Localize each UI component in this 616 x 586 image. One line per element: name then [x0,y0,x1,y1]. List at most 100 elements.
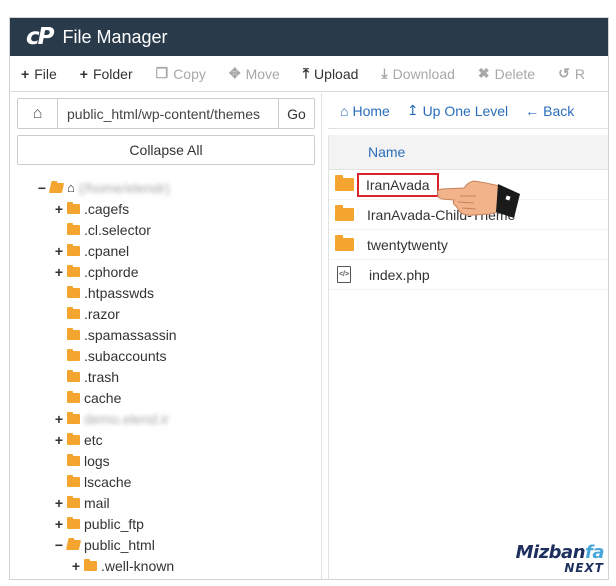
expand-icon[interactable]: + [53,265,65,279]
expand-icon[interactable]: + [53,244,65,258]
main-toolbar: + File + Folder ❐ Copy ✥ Move ⤒ Upload ⤓ Download ✖ D… [10,56,608,92]
tree-item[interactable]: .htpasswds [10,282,322,303]
expand-icon[interactable]: + [70,559,82,573]
folder-icon [67,411,80,424]
nav-back-button[interactable]: ← Back [525,103,574,119]
collapse-icon[interactable]: − [36,181,48,195]
toolbar-button-label: Delete [494,65,536,82]
file-name: twentytwenty [367,236,448,253]
collapse-icon[interactable]: − [53,538,65,552]
folder-icon [67,222,80,235]
pointing-hand-icon [437,180,520,218]
tree-item[interactable]: + .cpanel [10,240,322,261]
folder-open-icon [48,182,65,193]
tree-item-label: .htpasswds [84,284,155,301]
tree-item[interactable]: .trash [10,366,322,387]
left-panel: ⌂ Go Collapse All −⌂(/home/elendr)+.cage… [10,93,322,579]
home-icon: ⌂ [67,180,75,195]
nav-up-one-level-button[interactable]: ↥ Up One Level [407,102,508,119]
tree-item[interactable]: + .cagefs [10,198,322,219]
plus-icon: + [21,65,30,82]
tree-item[interactable]: lscache [10,471,322,492]
toolbar-copy-button[interactable]: ❐ Copy [156,65,206,82]
right-panel: ⌂ Home ↥ Up One Level ← Back Name IranAvada Ir… [328,93,608,579]
folder-icon [67,453,80,466]
tree-item-label: .razor [84,305,120,322]
tree-item[interactable]: + demo.elend.ir [10,408,322,429]
toolbar-button-label: Download [392,65,455,82]
tree-item-label: lscache [84,473,132,490]
tree-item-label: .cagefs [84,200,130,217]
tree-item-label: mail [84,494,110,511]
tree-item[interactable]: + etc [10,429,322,450]
tree-item-label: .subaccounts [84,347,167,364]
tree-item-label: demo.elend.ir [84,410,169,427]
tree-item[interactable]: + .well-known [10,555,322,576]
tree-item[interactable]: logs [10,450,322,471]
tree-item[interactable]: .spamassassin [10,324,322,345]
watermark-brand: Mizban [515,542,586,563]
mizbanfa-watermark: Mizbanfa NEXT [515,542,605,575]
folder-icon [335,235,354,251]
restore-icon: ↺ [558,65,570,81]
tree-item[interactable]: .subaccounts [10,345,322,366]
toolbar-download-button[interactable]: ⤓ Download [381,65,454,82]
file-manager-window: cP File Manager + File + Folder ❐ Copy ✥ Move ⤒ U… [9,17,609,580]
expand-icon[interactable]: + [53,496,65,510]
folder-icon [67,306,80,319]
toolbar-r-button[interactable]: ↺ R [558,65,585,82]
tree-item[interactable]: + .cphorde [10,261,322,282]
column-header-name[interactable]: Name [329,135,608,170]
expand-icon[interactable]: + [53,433,65,447]
move-icon: ✥ [228,65,241,81]
navigation-toolbar: ⌂ Home ↥ Up One Level ← Back [328,93,608,129]
tree-item-label: .cpanel [84,242,130,259]
toolbar-button-label: Move [245,65,280,82]
collapse-all-button[interactable]: Collapse All [17,135,315,165]
tree-item[interactable]: .razor [10,303,322,324]
folder-icon [335,205,354,221]
column-name-label: Name [368,144,406,160]
expand-icon[interactable]: + [53,517,65,531]
tree-item[interactable]: cache [10,387,322,408]
toolbar-button-label: Copy [173,65,206,82]
folder-open-icon [65,539,82,550]
toolbar-folder-button[interactable]: + Folder [80,66,133,82]
folder-icon [67,390,80,403]
folder-icon [67,516,80,529]
tree-item-label: .trash [84,368,120,385]
toolbar-file-button[interactable]: + File [21,66,57,82]
path-home-button[interactable]: ⌂ [18,99,58,128]
expand-icon[interactable]: + [53,202,65,216]
up-level-icon: ↥ [406,102,419,118]
nav-button-label: Home [352,102,390,119]
tree-item-label: etc [84,431,103,448]
toolbar-button-label: Upload [314,65,359,82]
toolbar-upload-button[interactable]: ⤒ Upload [303,65,359,82]
file-row[interactable]: </> index.php [329,260,608,290]
tree-item[interactable]: .cl.selector [10,219,322,240]
folder-icon [67,432,80,445]
tree-item[interactable]: − public_html [10,534,322,555]
home-icon: ⌂ [32,104,43,122]
go-button[interactable]: Go [278,99,314,128]
upload-icon: ⤒ [302,65,310,81]
folder-icon [67,201,80,214]
toolbar-button-label: File [34,65,57,82]
file-row[interactable]: twentytwenty [329,230,608,260]
expand-icon[interactable]: + [53,412,65,426]
toolbar-delete-button[interactable]: ✖ Delete [478,65,535,82]
tree-item[interactable]: + mail [10,492,322,513]
cpanel-logo: cP [26,24,54,50]
nav-home-button[interactable]: ⌂ Home [340,103,390,119]
title-bar: cP File Manager [10,18,608,56]
delete-icon: ✖ [477,65,490,81]
toolbar-move-button[interactable]: ✥ Move [229,65,280,82]
tree-item-label: .well-known [101,557,175,574]
tree-item[interactable]: + public_ftp [10,513,322,534]
tree-item[interactable]: − ⌂ (/home/elendr) [10,177,322,198]
folder-icon [84,558,97,571]
tree-item-label: public_ftp [84,515,144,532]
path-input[interactable] [58,99,278,128]
folder-icon [67,285,80,298]
